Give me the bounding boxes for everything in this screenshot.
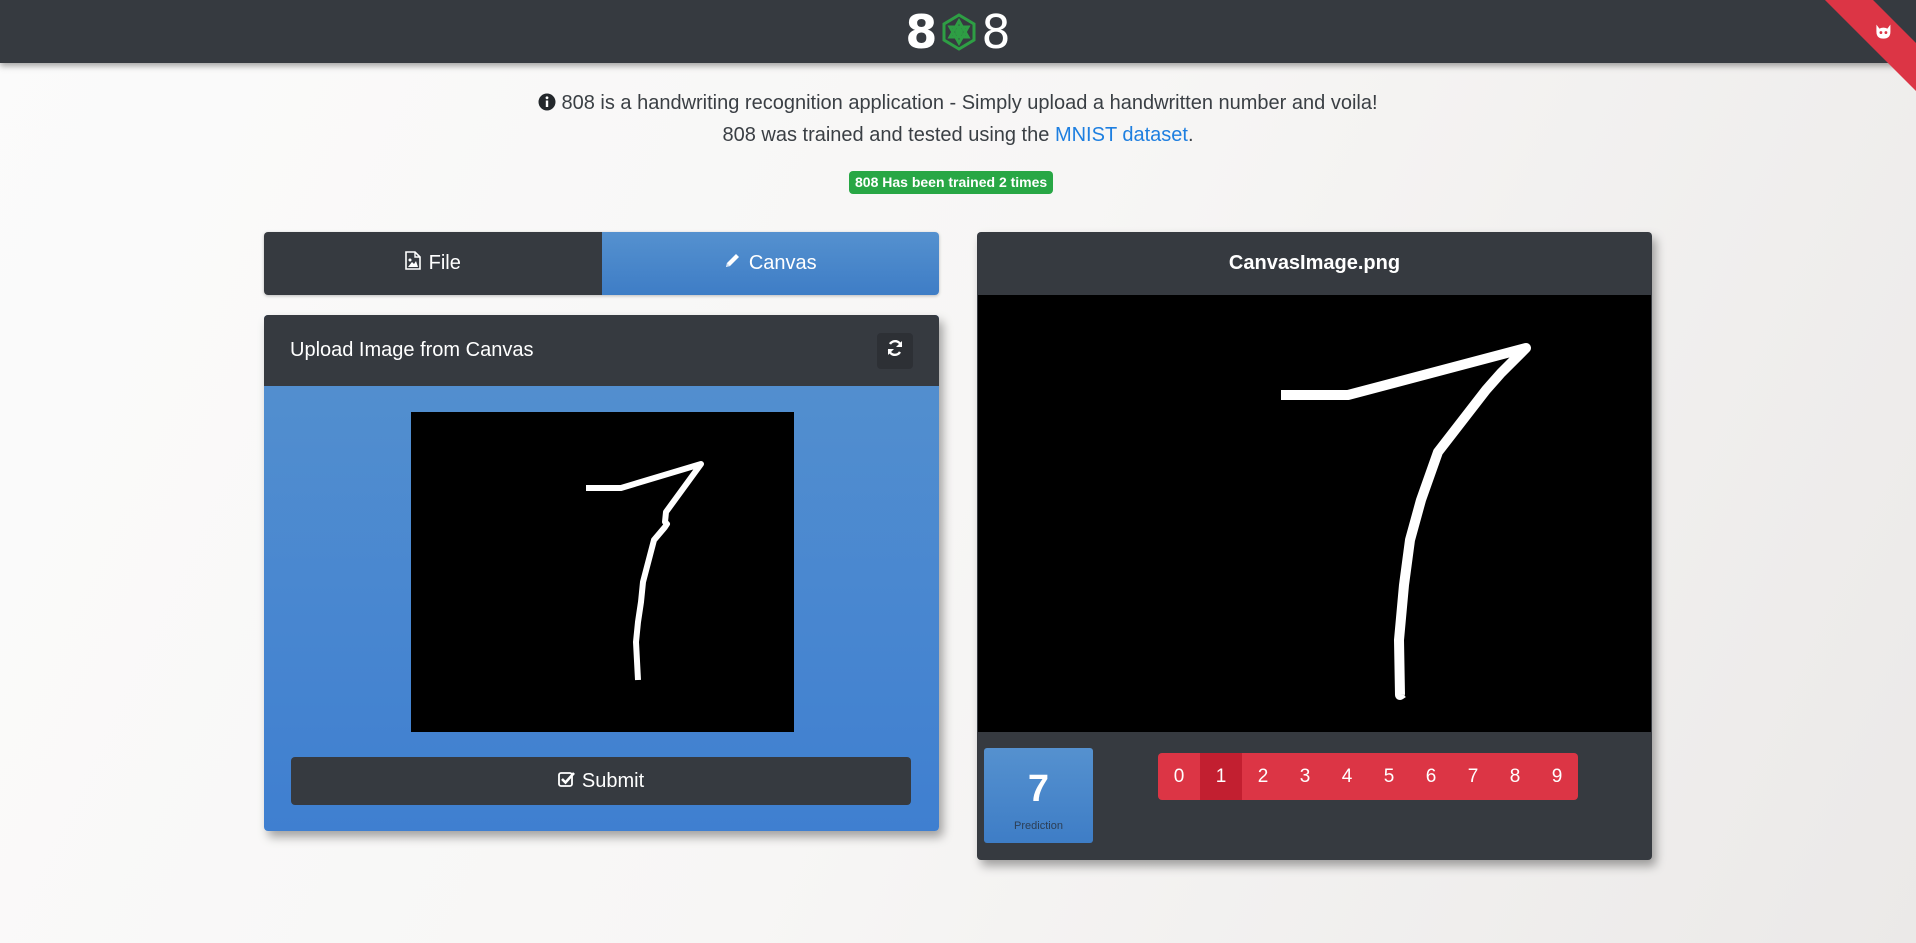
digit-button-7[interactable]: 7 [1452,753,1494,800]
digit-button-9[interactable]: 9 [1536,753,1578,800]
digit-button-0[interactable]: 0 [1158,753,1200,800]
result-panel: CanvasImage.png 7 Prediction 0 1 2 3 4 5… [977,232,1652,860]
input-mode-tabs: File Canvas [264,232,939,295]
digit-button-8[interactable]: 8 [1494,753,1536,800]
check-square-icon [557,770,575,793]
drawing-canvas[interactable] [411,412,794,732]
navbar: 8 8 [0,0,1916,100]
intro-text: 808 is a handwriting recognition applica… [0,88,1916,150]
atom-logo-icon [939,12,979,52]
training-count-badge: 808 Has been trained 2 times [849,171,1054,194]
intro-line-1: 808 is a handwriting recognition applica… [0,88,1916,120]
tab-canvas-label: Canvas [748,252,817,274]
upload-panel-header: Upload Image from Canvas [264,315,939,386]
intro-dataset-prefix: 808 was trained and tested using the [722,124,1050,146]
tab-canvas[interactable]: Canvas [601,232,939,295]
upload-canvas-panel: Upload Image from Canvas Submit [264,315,939,831]
intro-description: 808 is a handwriting recognition applica… [561,92,1378,114]
submit-label: Submit [581,769,645,792]
tab-file-label: File [428,252,461,274]
pencil-icon [724,252,741,275]
digit-button-4[interactable]: 4 [1326,753,1368,800]
brand-digit-right: 8 [981,4,1011,59]
uploaded-image-preview [978,295,1651,732]
prediction-label: Prediction [1014,820,1063,832]
intro-line-2: 808 was trained and tested using the MNI… [0,120,1916,150]
digit-correction-buttons: 0 1 2 3 4 5 6 7 8 9 [1158,753,1578,800]
tab-file[interactable]: File [264,232,602,295]
intro-dataset-suffix: . [1187,124,1194,146]
brand-digit-left: 8 [905,4,938,59]
result-filename: CanvasImage.png [1228,252,1401,274]
brand-logo[interactable]: 8 8 [905,8,1010,56]
refresh-icon [886,339,904,362]
prediction-value: 7 [1027,768,1050,810]
github-ribbon[interactable] [1816,0,1916,100]
mnist-dataset-link[interactable]: MNIST dataset [1055,124,1188,146]
prediction-card: 7 Prediction [984,748,1093,843]
file-image-icon [404,251,421,276]
digit-button-3[interactable]: 3 [1284,753,1326,800]
digit-button-6[interactable]: 6 [1410,753,1452,800]
digit-button-1[interactable]: 1 [1200,753,1242,800]
clear-canvas-button[interactable] [877,332,913,369]
info-circle-icon [538,90,556,120]
github-cat-icon [1865,16,1900,51]
digit-button-2[interactable]: 2 [1242,753,1284,800]
submit-button[interactable]: Submit [291,757,911,805]
digit-button-5[interactable]: 5 [1368,753,1410,800]
upload-panel-title: Upload Image from Canvas [290,339,534,361]
